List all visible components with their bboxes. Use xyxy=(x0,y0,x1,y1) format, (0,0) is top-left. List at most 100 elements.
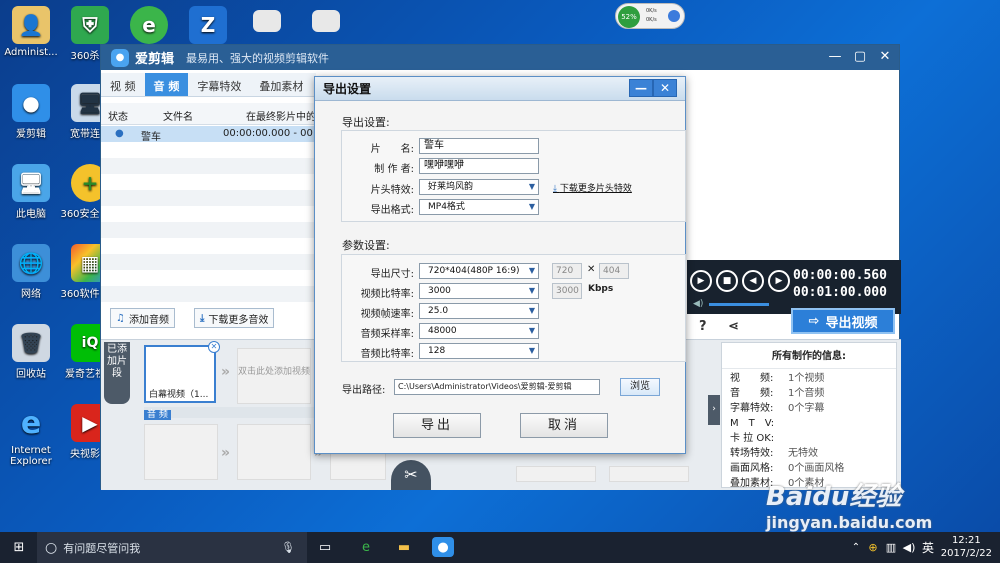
sample-rate-label: 音频采样率: xyxy=(360,329,414,340)
size-label: 导出尺寸: xyxy=(370,269,414,280)
audio-bitrate-select[interactable]: 128 ▼ xyxy=(419,343,539,359)
microphone-icon[interactable]: 🎙 xyxy=(281,541,295,554)
export-video-button[interactable]: ⇨ 导出视频 xyxy=(791,308,895,334)
browser-taskbar-icon[interactable]: e xyxy=(355,537,377,557)
intro-effect-select[interactable]: 好莱坞风韵 ▼ xyxy=(419,179,539,195)
desktop-icon-recycle-bin[interactable]: 🗑 回收站 xyxy=(0,324,62,380)
network-monitor-widget[interactable]: 52% 0K/s 0K/s xyxy=(615,3,685,29)
info-value: 0个字幕 xyxy=(788,403,825,414)
cortana-search-box[interactable]: ○ 有问题尽管问我 🎙 xyxy=(37,532,307,563)
stop-icon[interactable]: ■ xyxy=(716,270,738,292)
main-tabs: 视 频 音 频 字幕特效 叠加素材 xyxy=(101,73,316,97)
export-arrow-icon: ⇨ xyxy=(808,313,820,329)
empty-clip-slot[interactable]: 双击此处添加视频 xyxy=(237,348,311,404)
info-row: 音 频: 1个音频 xyxy=(722,384,896,399)
export-button[interactable]: 导出 xyxy=(393,413,481,438)
tab-audio[interactable]: 音 频 xyxy=(144,73,189,96)
desktop-icon-administrator[interactable]: 👤 Administ... xyxy=(0,6,62,58)
table-row[interactable]: ● 警车 00:00:00.000 - 00:0 xyxy=(101,126,323,143)
watermark-brand: Baidu经验 xyxy=(766,482,902,512)
export-path-field[interactable]: C:\Users\Administrator\Videos\爱剪辑-爱剪辑 xyxy=(394,379,600,395)
info-row: 字幕特效: 0个字幕 xyxy=(722,399,896,414)
video-bitrate-select[interactable]: 3000 ▼ xyxy=(419,283,539,299)
author-field[interactable]: 嘿咿嘿咿 xyxy=(419,158,539,174)
audio-list-empty-rows xyxy=(101,142,316,302)
aijianji-taskbar-icon[interactable]: ● xyxy=(432,537,454,557)
remove-clip-icon[interactable]: ✕ xyxy=(208,341,220,353)
audio-bitrate-label: 音频比特率: xyxy=(360,349,414,360)
desktop-icon-file-2[interactable] xyxy=(295,10,357,35)
name-field[interactable]: 警车 xyxy=(419,138,539,154)
prev-frame-icon[interactable]: ◀ xyxy=(742,270,764,292)
accelerate-icon[interactable] xyxy=(668,10,680,22)
added-clips-tab[interactable]: 已添加片段 xyxy=(104,342,130,404)
browse-button[interactable]: 浏览 xyxy=(620,378,660,396)
task-view-icon[interactable]: ▭ xyxy=(314,537,336,557)
share-icon[interactable]: ⋖ xyxy=(728,319,739,334)
close-icon[interactable]: ✕ xyxy=(876,49,894,64)
audio-track-text: 音 频 xyxy=(144,410,171,420)
file-explorer-icon[interactable]: ▬ xyxy=(393,537,415,557)
dialog-title-bar: 导出设置 — ✕ xyxy=(315,77,685,101)
desktop-icon-ie[interactable]: e Internet Explorer xyxy=(0,404,62,468)
help-icon[interactable]: ? xyxy=(699,319,707,334)
empty-slot[interactable] xyxy=(609,466,689,482)
empty-slot[interactable] xyxy=(516,466,596,482)
custom-bitrate-field[interactable]: 3000 xyxy=(552,283,582,299)
audio-bitrate-value: 128 xyxy=(428,346,446,356)
dialog-title: 导出设置 xyxy=(323,82,372,96)
ime-indicator[interactable]: 英 xyxy=(917,537,939,557)
cancel-button[interactable]: 取消 xyxy=(520,413,608,438)
desktop-icon-z-app[interactable]: Z xyxy=(177,6,239,47)
volume-slider[interactable] xyxy=(709,303,769,306)
volume-icon[interactable]: ◀) xyxy=(693,299,703,309)
minimize-icon[interactable]: — xyxy=(826,49,844,64)
search-placeholder: 有问题尽管问我 xyxy=(63,541,141,555)
format-value: MP4格式 xyxy=(428,202,465,212)
tab-overlay[interactable]: 叠加素材 xyxy=(250,73,312,96)
desktop-icon-label: 回收站 xyxy=(16,369,46,380)
dialog-minimize-icon[interactable]: — xyxy=(629,79,653,97)
download-more-sounds-button[interactable]: ⤓ 下载更多音效 xyxy=(194,308,275,328)
clip-thumbnail[interactable]: 白幕视频（1... ✕ xyxy=(144,341,220,403)
info-title: 所有制作的信息: xyxy=(722,343,896,369)
watermark-url: jingyan.baidu.com xyxy=(766,513,933,532)
desktop-icon-label: 网络 xyxy=(21,289,41,300)
music-note-icon: ♫ xyxy=(116,312,125,324)
info-value: 0个画面风格 xyxy=(788,463,845,474)
empty-slot[interactable] xyxy=(237,424,311,480)
name-label: 片 名: xyxy=(370,144,414,155)
sample-rate-select[interactable]: 48000 ▼ xyxy=(419,323,539,339)
clip-name: 白幕视频（1... xyxy=(149,390,209,400)
download-speed: 0K/s xyxy=(646,17,657,23)
format-select[interactable]: MP4格式 ▼ xyxy=(419,199,539,215)
dropdown-arrow-icon: ▼ xyxy=(528,286,535,295)
kbps-unit: Kbps xyxy=(588,284,614,294)
play-icon[interactable]: ▶ xyxy=(690,270,712,292)
column-filename: 文件名 xyxy=(163,112,193,123)
fps-select[interactable]: 25.0 ▼ xyxy=(419,303,539,319)
maximize-icon[interactable]: ▢ xyxy=(851,49,869,64)
clock-date: 2017/2/22 xyxy=(940,548,992,559)
size-select[interactable]: 720*404(480P 16:9) ▼ xyxy=(419,263,539,279)
desktop-icon-this-pc[interactable]: 🖥 此电脑 xyxy=(0,164,62,220)
tab-video[interactable]: 视 频 xyxy=(101,73,145,96)
add-audio-button[interactable]: ♫ 添加音频 xyxy=(110,308,175,328)
desktop-icon-label: Internet Explorer xyxy=(10,445,52,467)
desktop-icon-aijianji[interactable]: ● 爱剪辑 xyxy=(0,84,62,140)
system-clock[interactable]: 12:21 2017/2/22 xyxy=(941,534,992,560)
author-label: 制 作 者: xyxy=(374,164,414,175)
tab-subtitle-effects[interactable]: 字幕特效 xyxy=(188,73,250,96)
width-field[interactable]: 720 xyxy=(552,263,582,279)
desktop-icon-file-1[interactable] xyxy=(236,10,298,35)
desktop-icon-browser[interactable]: e xyxy=(118,6,180,47)
collapse-panel-icon[interactable]: › xyxy=(708,395,720,425)
download-intro-link[interactable]: ⤓ 下载更多片头特效 xyxy=(553,181,632,194)
windows-start-icon[interactable]: ⊞ xyxy=(8,537,30,557)
dialog-close-icon[interactable]: ✕ xyxy=(653,79,677,97)
height-field[interactable]: 404 xyxy=(599,263,629,279)
empty-slot[interactable] xyxy=(144,424,218,480)
scissors-icon[interactable]: ✂ xyxy=(391,460,431,490)
next-frame-icon[interactable]: ▶ xyxy=(768,270,790,292)
desktop-icon-network[interactable]: 🌐 网络 xyxy=(0,244,62,300)
